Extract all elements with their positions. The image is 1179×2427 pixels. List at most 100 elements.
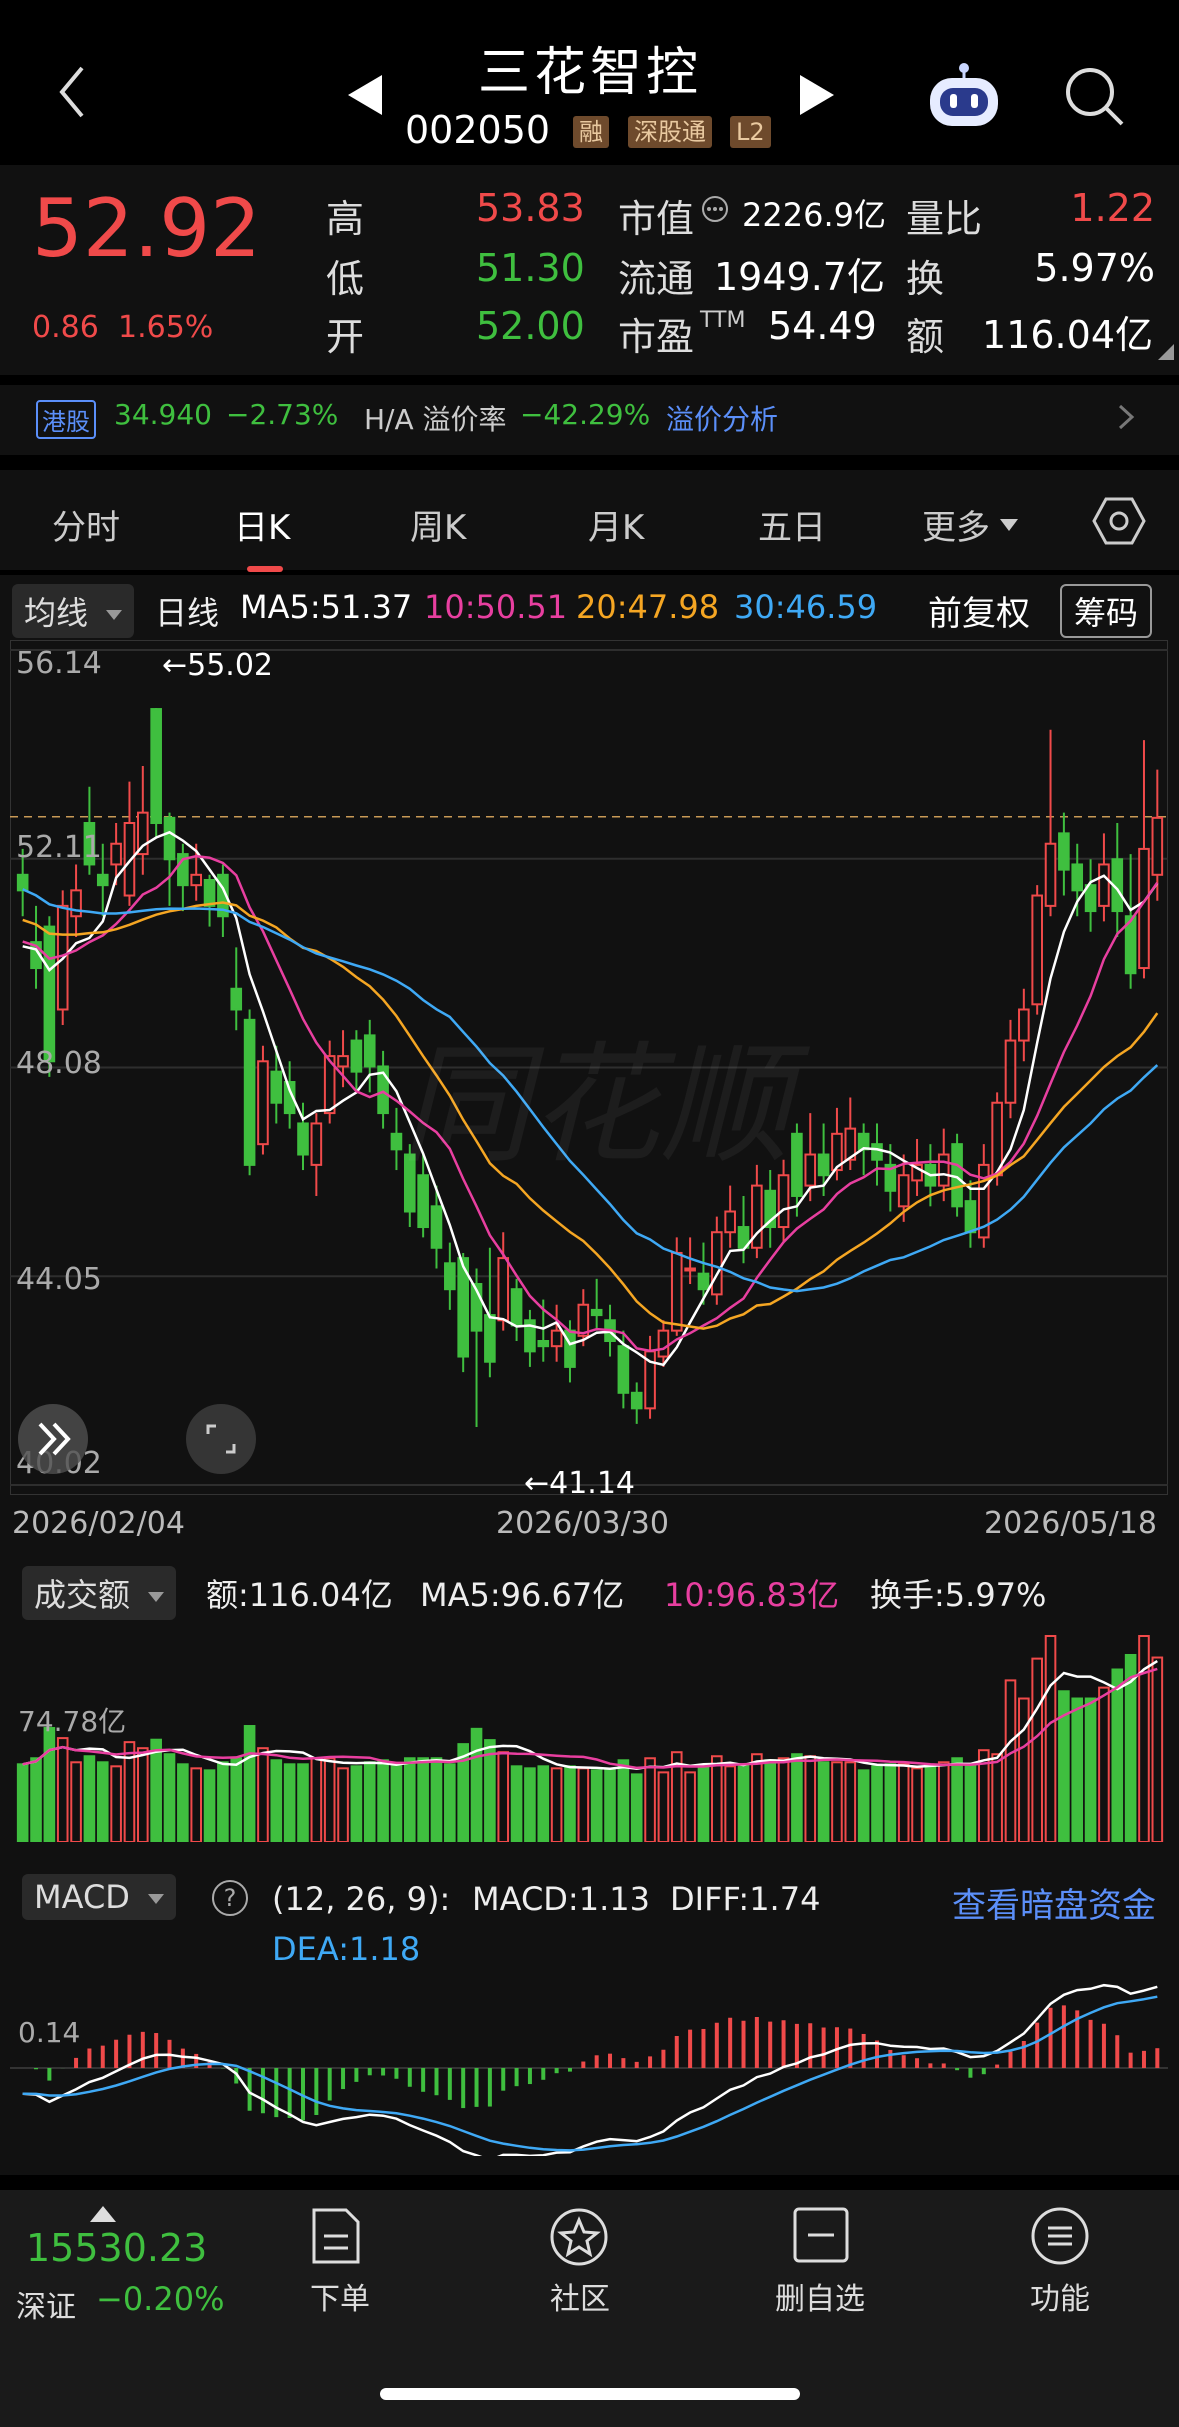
volume-bar xyxy=(857,1769,870,1842)
ma-selector[interactable]: 均线 xyxy=(12,584,135,638)
volume-bar xyxy=(363,1761,376,1842)
tab-weekly-k[interactable]: 周K xyxy=(410,500,466,549)
candle-body xyxy=(1044,842,1057,907)
chevron-right-icon[interactable] xyxy=(1116,402,1136,436)
fast-forward-icon[interactable] xyxy=(18,1404,88,1474)
volume-bar xyxy=(217,1761,229,1842)
prev-stock-icon[interactable] xyxy=(348,75,382,119)
index-value[interactable]: 15530.23 xyxy=(26,2226,207,2270)
remove-watchlist-icon[interactable] xyxy=(792,2206,850,2268)
diff-line xyxy=(22,1983,1158,2156)
community-icon[interactable] xyxy=(548,2206,610,2272)
candle-body xyxy=(337,1055,349,1068)
low-value: 51.30 xyxy=(476,246,585,290)
chips-button[interactable]: 筹码 xyxy=(1060,584,1153,638)
more-options-icon[interactable] xyxy=(700,194,730,228)
candle-body xyxy=(630,1391,643,1410)
next-stock-icon[interactable] xyxy=(800,75,834,119)
volume-selector[interactable]: 成交额 xyxy=(22,1566,177,1620)
volume-bar xyxy=(577,1767,590,1842)
volume-bar xyxy=(724,1765,736,1842)
candle-body xyxy=(1058,832,1070,871)
candle-body xyxy=(857,1132,870,1151)
volume-bar xyxy=(177,1763,189,1842)
volume-bar xyxy=(83,1755,96,1842)
candle-body xyxy=(897,1174,910,1208)
candle-body xyxy=(1098,863,1110,907)
search-icon[interactable] xyxy=(1062,64,1126,132)
candle-body xyxy=(1031,894,1043,1006)
volume-bar xyxy=(897,1763,910,1842)
volume-bar xyxy=(510,1765,523,1842)
dark-pool-link[interactable]: 查看暗盘资金 xyxy=(952,1878,1156,1927)
premium-label: H/A 溢价率 xyxy=(364,403,507,436)
volume-bar xyxy=(323,1757,336,1842)
volume-chart[interactable] xyxy=(10,1616,1168,1842)
volume-bar xyxy=(30,1757,42,1842)
nav-functions[interactable]: 功能 xyxy=(980,2274,1140,2318)
candle-body xyxy=(550,1329,563,1348)
volume-bar xyxy=(764,1759,777,1842)
tab-more[interactable]: 更多 xyxy=(922,500,990,549)
back-icon[interactable] xyxy=(52,62,92,122)
date-mid: 2026/03/30 xyxy=(496,1506,669,1541)
candle-body xyxy=(270,1070,283,1104)
candle-body xyxy=(497,1257,510,1322)
volume-bar xyxy=(1098,1686,1110,1842)
candle-body xyxy=(590,1308,603,1317)
ma5-value: MA5:51.37 xyxy=(240,588,413,626)
volume-bar xyxy=(283,1763,296,1842)
volume-bar xyxy=(1071,1697,1084,1842)
candle-body xyxy=(804,1153,817,1187)
candle-body xyxy=(430,1205,443,1249)
fullscreen-icon[interactable] xyxy=(186,1404,256,1474)
volume-bar xyxy=(564,1765,576,1842)
robot-assistant-icon[interactable] xyxy=(926,60,1002,134)
open-label: 开 xyxy=(326,315,365,359)
tab-intraday[interactable]: 分时 xyxy=(52,500,120,549)
premium-analysis-link[interactable]: 溢价分析 xyxy=(666,398,778,438)
tab-five-day[interactable]: 五日 xyxy=(758,500,826,549)
macd-help-icon[interactable]: ? xyxy=(212,1880,248,1916)
volume-bar xyxy=(844,1761,857,1842)
candle-body xyxy=(310,1122,323,1166)
candle-body xyxy=(243,1018,256,1166)
volume-bar xyxy=(190,1767,203,1842)
volume-bar xyxy=(831,1761,843,1842)
volume-bar xyxy=(470,1727,483,1842)
volume-bar xyxy=(1151,1656,1164,1842)
volume-bar xyxy=(270,1759,283,1842)
nav-order[interactable]: 下单 xyxy=(260,2274,420,2318)
macd-value: MACD:1.13 xyxy=(472,1880,650,1918)
l2-tag: L2 xyxy=(730,116,771,148)
volume-bar xyxy=(550,1767,563,1842)
volume-bar xyxy=(937,1761,950,1842)
macd-selector-label: MACD xyxy=(34,1878,130,1916)
macd-selector[interactable]: MACD xyxy=(22,1874,177,1920)
menu-icon[interactable] xyxy=(1030,2206,1090,2270)
volume-bar xyxy=(537,1765,550,1842)
index-name: 深证 xyxy=(16,2290,76,2325)
expand-corner-icon[interactable] xyxy=(1158,344,1174,364)
volume-bar xyxy=(56,1737,69,1842)
tab-monthly-k[interactable]: 月K xyxy=(588,500,644,549)
volume-bar xyxy=(297,1763,309,1842)
macd-chart[interactable] xyxy=(10,1956,1168,2156)
tab-daily-k[interactable]: 日K xyxy=(234,500,290,549)
nav-community[interactable]: 社区 xyxy=(500,2274,660,2318)
adjust-toggle[interactable]: 前复权 xyxy=(928,586,1030,635)
volume-bar xyxy=(1044,1635,1057,1842)
settings-hexagon-icon[interactable] xyxy=(1092,496,1146,550)
ma10-value: 10:50.51 xyxy=(424,588,568,626)
ma20-value: 20:47.98 xyxy=(576,588,720,626)
order-icon[interactable] xyxy=(308,2206,364,2270)
price-change: 0.86 xyxy=(32,310,99,345)
high-label: 高 xyxy=(326,197,365,241)
volume-bar xyxy=(390,1765,403,1842)
nav-remove-watchlist[interactable]: 删自选 xyxy=(740,2274,900,2318)
candle-body xyxy=(257,1060,269,1146)
volume-bar xyxy=(951,1757,963,1842)
hk-price: 34.940 xyxy=(114,398,212,431)
candle-body xyxy=(564,1329,576,1368)
volume-bar xyxy=(137,1747,149,1842)
